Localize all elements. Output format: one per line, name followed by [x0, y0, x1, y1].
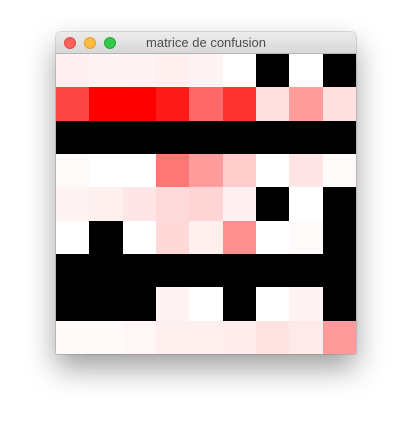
heatmap-cell-r2-c8	[322, 120, 356, 154]
heatmap-cell-r1-c3	[155, 87, 190, 121]
window-title: matrice de confusion	[146, 35, 266, 50]
heatmap-cell-r3-c2	[122, 153, 156, 188]
heatmap-cell-r4-c4	[189, 187, 223, 221]
heatmap-cell-r6-c4	[189, 253, 223, 288]
heatmap-cell-r0-c2	[122, 54, 156, 88]
heatmap-cell-r4-c6	[255, 187, 290, 221]
heatmap-cell-r3-c8	[322, 153, 356, 188]
heatmap-cell-r1-c5	[222, 87, 256, 121]
heatmap-cell-r4-c2	[122, 187, 156, 221]
heatmap-cell-r3-c7	[289, 153, 323, 188]
heatmap-cell-r7-c7	[289, 287, 323, 321]
heatmap-cell-r3-c1	[89, 153, 123, 188]
heatmap-cell-r6-c8	[322, 253, 356, 288]
heatmap-cell-r4-c7	[289, 187, 323, 221]
heatmap-cell-r5-c0	[56, 220, 90, 254]
heatmap-cell-r4-c1	[89, 187, 123, 221]
heatmap-cell-r0-c1	[89, 54, 123, 88]
heatmap-cell-r1-c2	[122, 87, 156, 121]
heatmap-cell-r6-c3	[155, 253, 190, 288]
heatmap-cell-r7-c3	[155, 287, 190, 321]
heatmap-cell-r0-c0	[56, 54, 90, 88]
heatmap-cell-r4-c8	[322, 187, 356, 221]
heatmap-cell-r2-c6	[255, 120, 290, 154]
heatmap-cell-r3-c3	[155, 153, 190, 188]
heatmap-cell-r4-c0	[56, 187, 90, 221]
heatmap-cell-r7-c5	[222, 287, 256, 321]
heatmap-cell-r8-c1	[89, 320, 123, 354]
heatmap-cell-r0-c3	[155, 54, 190, 88]
heatmap-cell-r7-c2	[122, 287, 156, 321]
heatmap-cell-r7-c4	[189, 287, 223, 321]
heatmap-cell-r5-c2	[122, 220, 156, 254]
confusion-matrix-heatmap	[56, 54, 356, 354]
heatmap-cell-r1-c7	[289, 87, 323, 121]
heatmap-cell-r3-c5	[222, 153, 256, 188]
heatmap-cell-r2-c2	[122, 120, 156, 154]
app-window: matrice de confusion	[56, 32, 356, 354]
heatmap-cell-r7-c1	[89, 287, 123, 321]
heatmap-cell-r6-c0	[56, 253, 90, 288]
title-bar[interactable]: matrice de confusion	[56, 32, 356, 54]
heatmap-cell-r7-c6	[255, 287, 290, 321]
heatmap-cell-r2-c0	[56, 120, 90, 154]
heatmap-cell-r5-c7	[289, 220, 323, 254]
heatmap-cell-r1-c8	[322, 87, 356, 121]
heatmap-cell-r2-c7	[289, 120, 323, 154]
heatmap-cell-r7-c0	[56, 287, 90, 321]
heatmap-cell-r1-c1	[89, 87, 123, 121]
heatmap-cell-r8-c6	[255, 320, 290, 354]
heatmap-cell-r5-c3	[155, 220, 190, 254]
heatmap-cell-r1-c6	[255, 87, 290, 121]
heatmap-cell-r8-c2	[122, 320, 156, 354]
heatmap-cell-r1-c4	[189, 87, 223, 121]
heatmap-cell-r5-c5	[222, 220, 256, 254]
heatmap-cell-r4-c5	[222, 187, 256, 221]
heatmap-cell-r6-c6	[255, 253, 290, 288]
heatmap-cell-r2-c3	[155, 120, 190, 154]
heatmap-cell-r8-c5	[222, 320, 256, 354]
heatmap-cell-r6-c7	[289, 253, 323, 288]
heatmap-cell-r0-c6	[255, 54, 290, 88]
heatmap-cell-r8-c8	[322, 320, 356, 354]
heatmap-cell-r7-c8	[322, 287, 356, 321]
heatmap-cell-r8-c7	[289, 320, 323, 354]
heatmap-cell-r8-c0	[56, 320, 90, 354]
heatmap-cell-r6-c5	[222, 253, 256, 288]
heatmap-cell-r5-c1	[89, 220, 123, 254]
heatmap-cell-r5-c6	[255, 220, 290, 254]
heatmap-cell-r2-c1	[89, 120, 123, 154]
heatmap-cell-r0-c8	[322, 54, 356, 88]
heatmap-cell-r2-c5	[222, 120, 256, 154]
heatmap-cell-r3-c0	[56, 153, 90, 188]
heatmap-cell-r1-c0	[56, 87, 90, 121]
heatmap-cell-r6-c2	[122, 253, 156, 288]
heatmap-cell-r3-c6	[255, 153, 290, 188]
heatmap-cell-r5-c4	[189, 220, 223, 254]
heatmap-cell-r5-c8	[322, 220, 356, 254]
heatmap-cell-r0-c7	[289, 54, 323, 88]
heatmap-cell-r0-c5	[222, 54, 256, 88]
heatmap-cell-r8-c3	[155, 320, 190, 354]
heatmap-cell-r3-c4	[189, 153, 223, 188]
heatmap-cell-r0-c4	[189, 54, 223, 88]
heatmap-cell-r6-c1	[89, 253, 123, 288]
heatmap-cell-r8-c4	[189, 320, 223, 354]
heatmap-cell-r2-c4	[189, 120, 223, 154]
heatmap-cell-r4-c3	[155, 187, 190, 221]
